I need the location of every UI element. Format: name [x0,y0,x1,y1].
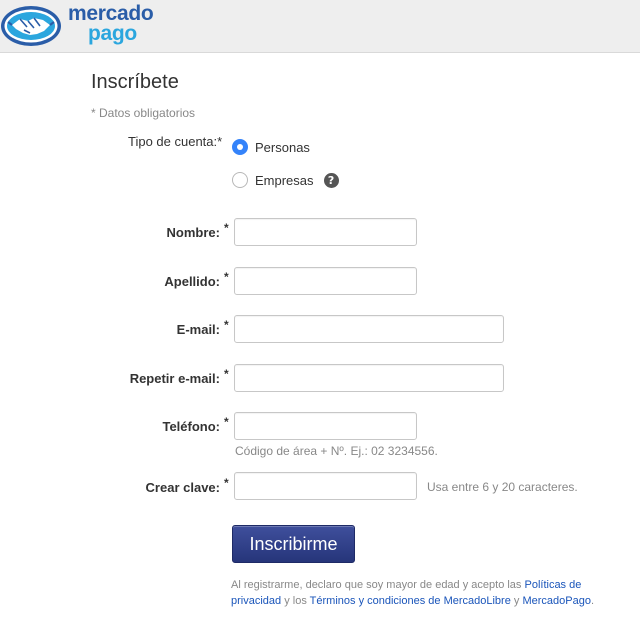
account-option-personas[interactable]: Personas [232,138,310,156]
mercadopago-logo[interactable]: mercado pago [0,0,170,52]
nombre-label: Nombre: [166,225,220,240]
telefono-label: Teléfono: [162,419,220,434]
radio-label-personas[interactable]: Personas [255,140,310,155]
radio-personas[interactable] [232,139,248,155]
account-option-empresas[interactable]: Empresas ? [232,171,339,189]
repeat-email-label: Repetir e-mail: [129,371,220,386]
legal-text-and: y [510,595,523,607]
nombre-input[interactable] [234,218,417,246]
help-icon[interactable]: ? [323,172,339,188]
clave-hint: Usa entre 6 y 20 caracteres. [427,480,578,494]
brand-line-2: pago [88,22,137,45]
email-label: E-mail: [176,322,220,337]
required-fields-note: * Datos obligatorios [91,106,196,120]
page-title: Inscríbete [91,71,179,93]
submit-button[interactable]: Inscribirme [232,525,355,563]
legal-text-end: . [590,595,595,607]
legal-text-pre: Al registrarme, declaro que soy mayor de… [231,579,525,591]
mercadopago-link[interactable]: MercadoPago [522,595,591,607]
apellido-input[interactable] [234,267,417,295]
telefono-hint: Código de área + Nº. Ej.: 02 3234556. [235,444,438,458]
legal-text-mid: y los [281,595,310,607]
required-star: * [224,318,229,332]
apellido-label: Apellido: [164,274,220,289]
account-type-label: Tipo de cuenta:* [128,134,223,149]
email-input[interactable] [234,315,504,343]
required-star: * [224,221,229,235]
terms-link[interactable]: Términos y condiciones de MercadoLibre [310,595,511,607]
radio-label-empresas[interactable]: Empresas [255,173,314,188]
header-bar: mercado pago [0,0,640,53]
brand-wordmark: mercado pago [68,2,154,45]
clave-label: Crear clave: [145,480,220,495]
required-star: * [224,415,229,429]
handshake-icon [1,6,61,46]
legal-disclaimer: Al registrarme, declaro que soy mayor de… [231,577,611,609]
password-input[interactable] [234,472,417,500]
required-star: * [224,476,229,490]
radio-empresas[interactable] [232,172,248,188]
required-star: * [224,367,229,381]
telefono-input[interactable] [234,412,417,440]
required-star: * [224,270,229,284]
brand-line-1: mercado [68,2,154,25]
repeat-email-input[interactable] [234,364,504,392]
